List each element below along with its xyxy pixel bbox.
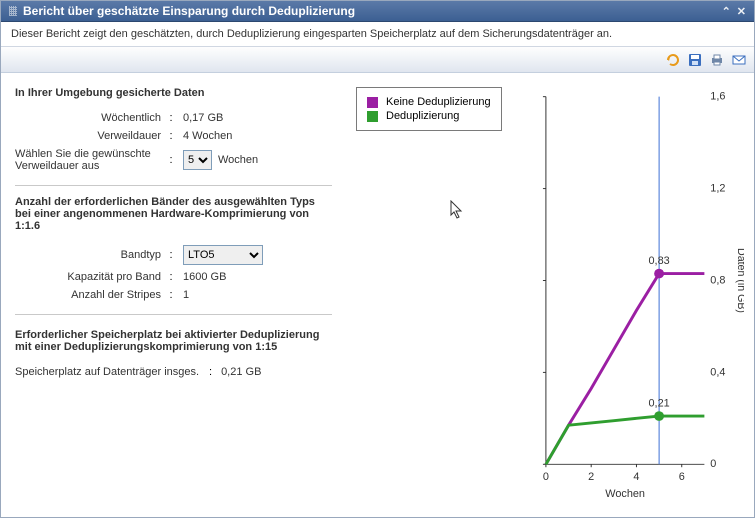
refresh-icon[interactable] [664,51,682,69]
save-icon[interactable] [686,51,704,69]
capacity-label: Kapazität pro Band [15,271,165,283]
chart-legend: Keine Deduplizierung Deduplizierung [356,87,502,131]
chart-panel: Keine Deduplizierung Deduplizierung 0 0,4… [346,73,754,513]
svg-text:0: 0 [543,471,549,483]
total-disk-value: 0,21 GB [215,366,261,378]
svg-text:0,8: 0,8 [710,274,725,286]
section-tapes-title: Anzahl der erforderlichen Bänder des aus… [15,196,332,232]
total-disk-label: Speicherplatz auf Datenträger insges. [15,366,203,378]
svg-text:1,6: 1,6 [710,91,725,103]
svg-text:4: 4 [633,471,639,483]
stripes-value: 1 [177,289,189,301]
svg-text:1,2: 1,2 [710,183,725,195]
section-env-title: In Ihrer Umgebung gesicherte Daten [15,87,332,99]
chart-area: 0 0,4 0,8 1,2 1,6 0 2 4 6 0,83 0,21 Wochen Daten (in… [536,87,744,503]
svg-text:0,83: 0,83 [649,255,670,267]
svg-text:0,4: 0,4 [710,366,725,378]
svg-text:Wochen: Wochen [605,488,645,500]
section-dedup-title: Erforderlicher Speicherplatz bei aktivie… [15,329,332,353]
svg-text:2: 2 [588,471,594,483]
window-description: Dieser Bericht zeigt den geschätzten, du… [1,22,754,47]
email-icon[interactable] [730,51,748,69]
legend-label-dedup: Deduplizierung [386,110,459,122]
retention-select[interactable]: 5 [183,150,212,170]
legend-label-none: Keine Deduplizierung [386,96,491,108]
weekly-value: 0,17 GB [177,112,223,124]
retention-unit: Wochen [218,154,258,166]
print-icon[interactable] [708,51,726,69]
collapse-icon[interactable]: ⌃ [722,5,731,18]
toolbar [1,47,754,73]
svg-text:6: 6 [679,471,685,483]
divider [15,314,332,315]
retention-label: Verweildauer [15,130,165,142]
weekly-label: Wöchentlich [15,112,165,124]
capacity-value: 1600 GB [177,271,226,283]
svg-text:Daten (in GB): Daten (in GB) [735,248,744,313]
left-panel: In Ihrer Umgebung gesicherte Daten Wöche… [1,73,346,513]
window-title: Bericht über geschätzte Einsparung durch… [23,4,355,18]
legend-swatch-dedup [367,111,378,122]
tapetype-label: Bandtyp [15,249,165,261]
divider [15,185,332,186]
legend-swatch-none [367,97,378,108]
svg-text:0,21: 0,21 [649,397,670,409]
choose-retention-label: Wählen Sie die gewünschte Verweildauer a… [15,148,165,172]
svg-text:0: 0 [710,458,716,470]
window-grip-icon [9,6,17,16]
window-titlebar: Bericht über geschätzte Einsparung durch… [1,1,754,22]
tapetype-select[interactable]: LTO5 [183,245,263,265]
stripes-label: Anzahl der Stripes [15,289,165,301]
close-icon[interactable]: ✕ [737,5,746,18]
retention-value: 4 Wochen [177,130,232,142]
